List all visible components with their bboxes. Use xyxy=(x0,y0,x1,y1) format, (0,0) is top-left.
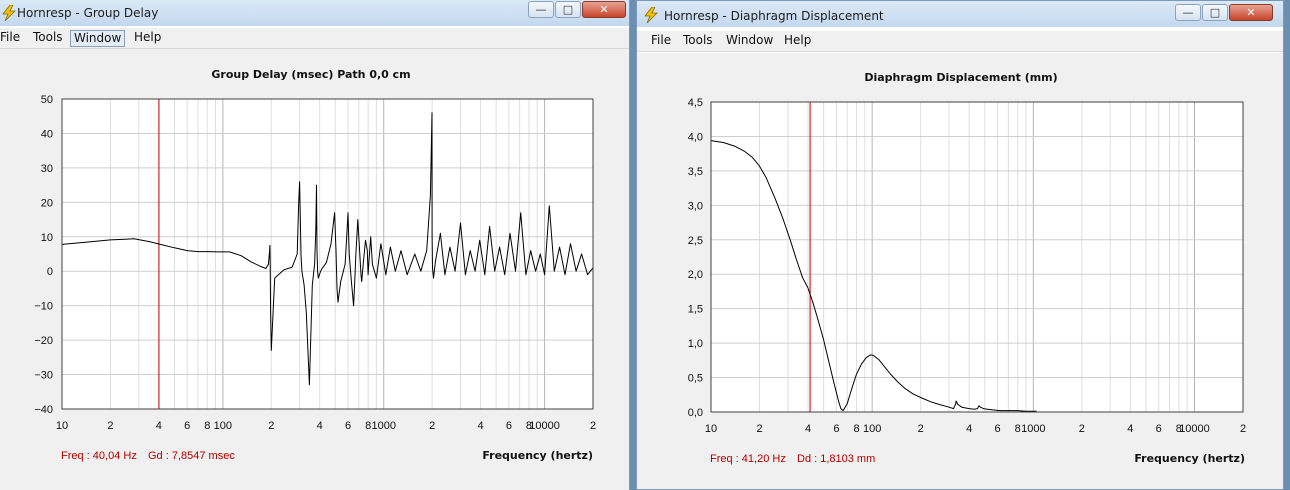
x-tick-label: 100 xyxy=(863,423,881,435)
y-tick-label: 4,0 xyxy=(688,131,703,143)
y-tick-label: −40 xyxy=(34,404,53,416)
x-tick-label: 8 xyxy=(1015,423,1021,435)
y-tick-label: 20 xyxy=(41,197,53,209)
x-tick-label: 4 xyxy=(478,420,484,432)
x-tick-label: 6 xyxy=(506,420,512,432)
diaphragm-displacement-window: Hornresp - Diaphragm Displacement — □ ✕ … xyxy=(636,0,1284,490)
y-tick-label: 10 xyxy=(41,232,53,244)
group-delay-chart: 50403020100−10−20−30−4010 2 4 6 8 100 2 4 6 8 1000… xyxy=(34,68,596,462)
y-tick-label: 2,5 xyxy=(688,235,703,247)
y-tick-label: 1,0 xyxy=(688,338,703,350)
x-tick-label: 100 xyxy=(214,420,232,432)
y-tick-label: 3,5 xyxy=(688,166,703,178)
group-delay-window: Hornresp - Group Delay — □ ✕ File Tools … xyxy=(0,0,630,490)
x-tick-label: 6 xyxy=(1156,423,1162,435)
y-tick-label: 40 xyxy=(41,128,53,140)
frequency-readout: Freq : 40,04 Hz xyxy=(61,450,137,462)
y-tick-label: 3,0 xyxy=(688,200,703,212)
y-tick-label: 2,0 xyxy=(688,269,703,281)
x-tick-label: 4 xyxy=(966,423,972,435)
x-tick-label: 6 xyxy=(184,420,190,432)
value-readout: Gd : 7,8547 msec xyxy=(148,450,235,462)
x-tick-label: 6 xyxy=(345,420,351,432)
x-tick-label: 8 xyxy=(853,423,859,435)
x-tick-label: 4 xyxy=(805,423,811,435)
y-tick-label: 4,5 xyxy=(688,97,703,109)
diaphragm-displacement-chart: 4,5 4,0 3,5 3,0 2,5 2,0 1,5 1,0 0,5 0,010 2 4 6 8 100 2… xyxy=(688,71,1246,465)
x-tick-label: 10000 xyxy=(529,420,560,432)
plot-background xyxy=(711,102,1243,412)
y-tick-label: 30 xyxy=(41,163,53,175)
x-axis-label: Frequency (hertz) xyxy=(482,449,593,462)
x-tick-label: 1000 xyxy=(1021,423,1045,435)
x-tick-label: 1000 xyxy=(371,420,395,432)
x-tick-label: 2 xyxy=(107,420,113,432)
x-tick-label: 2 xyxy=(756,423,762,435)
y-tick-label: 0,5 xyxy=(688,373,703,385)
y-tick-label: 0 xyxy=(47,266,53,278)
x-tick-label: 8 xyxy=(204,420,210,432)
x-tick-label: 8 xyxy=(365,420,371,432)
x-tick-label: 10 xyxy=(705,423,717,435)
chart-title: Diaphragm Displacement (mm) xyxy=(864,71,1057,84)
value-readout: Dd : 1,8103 mm xyxy=(797,453,875,465)
x-tick-label: 4 xyxy=(317,420,323,432)
x-tick-label: 2 xyxy=(1079,423,1085,435)
x-tick-label: 4 xyxy=(1127,423,1133,435)
x-tick-label: 6 xyxy=(995,423,1001,435)
y-tick-label: 50 xyxy=(41,94,53,106)
y-tick-label: −30 xyxy=(34,370,53,382)
x-axis-label: Frequency (hertz) xyxy=(1134,452,1245,465)
y-tick-label: −10 xyxy=(34,301,53,313)
y-tick-label: 1,5 xyxy=(688,304,703,316)
x-tick-label: 10 xyxy=(56,420,68,432)
x-tick-label: 2 xyxy=(590,420,596,432)
chart-title: Group Delay (msec) Path 0,0 cm xyxy=(211,68,410,81)
x-tick-label: 2 xyxy=(429,420,435,432)
y-tick-label: −20 xyxy=(34,335,53,347)
x-tick-label: 4 xyxy=(156,420,162,432)
x-tick-label: 2 xyxy=(1240,423,1246,435)
frequency-readout: Freq : 41,20 Hz xyxy=(710,453,786,465)
x-tick-label: 2 xyxy=(918,423,924,435)
x-tick-label: 2 xyxy=(268,420,274,432)
x-tick-label: 6 xyxy=(833,423,839,435)
x-tick-label: 10000 xyxy=(1179,423,1210,435)
y-tick-label: 0,0 xyxy=(688,407,703,419)
